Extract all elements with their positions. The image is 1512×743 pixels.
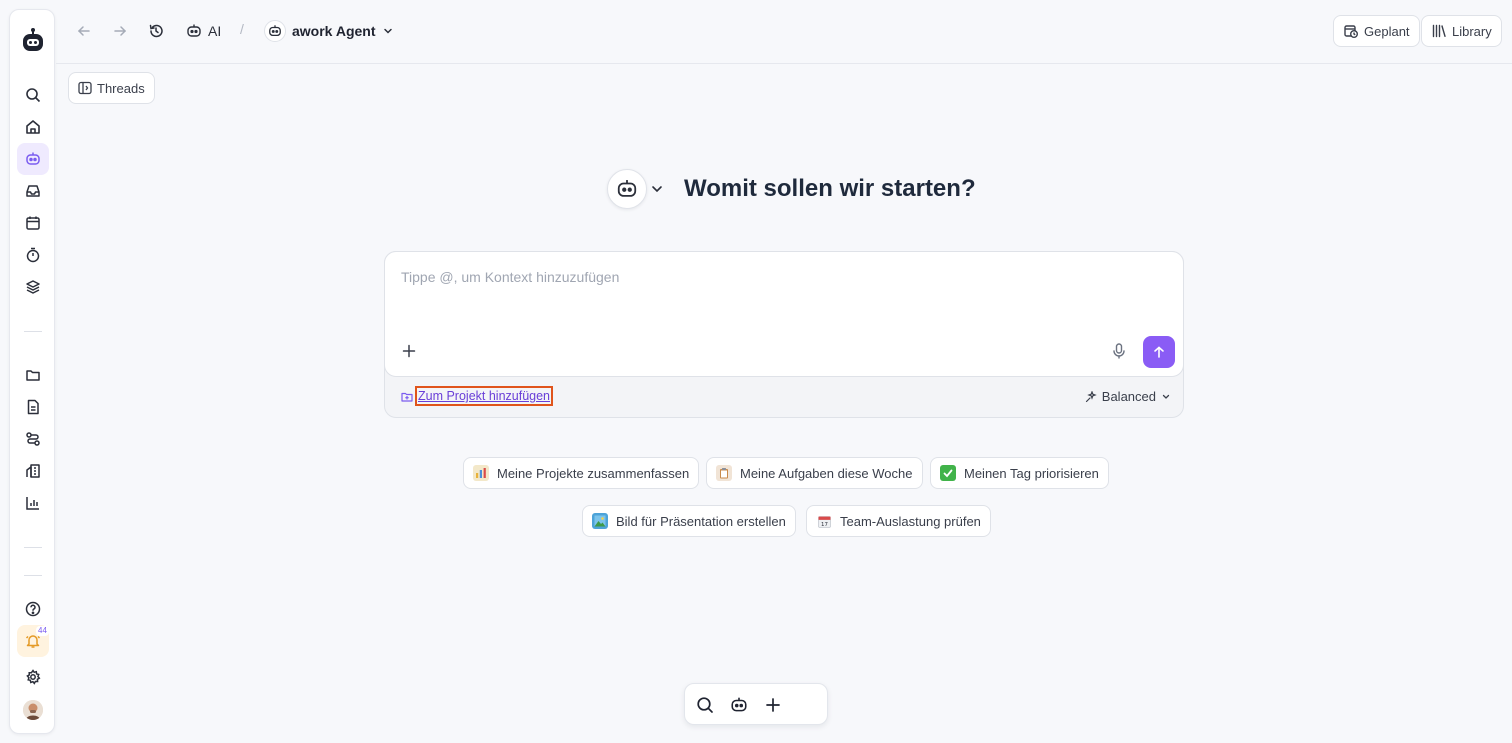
page-title: Womit sollen wir starten? <box>684 175 976 202</box>
scheduled-calendar-icon <box>1344 25 1358 38</box>
mode-label: Balanced <box>1101 389 1156 404</box>
calendar-icon[interactable] <box>17 207 49 239</box>
bar-chart-icon <box>473 465 489 481</box>
suggestion-create-image[interactable]: Bild für Präsentation erstellen <box>582 505 796 537</box>
suggestion-tasks-this-week[interactable]: Meine Aufgaben diese Woche <box>706 457 923 489</box>
threads-label: Threads <box>97 80 145 96</box>
help-icon[interactable] <box>17 593 49 625</box>
timer-icon[interactable] <box>17 239 49 271</box>
svg-text:17: 17 <box>821 522 828 528</box>
breadcrumb-separator: / <box>240 21 244 37</box>
suggestion-label: Meine Aufgaben diese Woche <box>740 465 913 481</box>
document-icon[interactable] <box>17 391 49 423</box>
suggestion-label: Meine Projekte zusammenfassen <box>497 465 690 481</box>
agent-avatar-icon <box>264 20 286 42</box>
folder-icon[interactable] <box>17 359 49 391</box>
microphone-icon[interactable] <box>1109 341 1129 361</box>
suggestion-label: Team-Auslastung prüfen <box>840 513 981 529</box>
notification-count-badge: 44 <box>36 626 49 636</box>
agent-name: awork Agent <box>292 23 376 39</box>
ai-agent-icon[interactable] <box>728 694 750 716</box>
clipboard-icon <box>716 465 732 481</box>
user-avatar[interactable] <box>23 700 43 720</box>
planned-button[interactable]: Geplant <box>1333 15 1420 47</box>
chevron-down-icon <box>1162 394 1170 399</box>
ai-agent-icon <box>617 180 637 197</box>
history-icon[interactable] <box>145 20 167 42</box>
suggestion-label: Meinen Tag priorisieren <box>964 465 1099 481</box>
picture-icon <box>592 513 608 529</box>
threads-button[interactable]: Threads <box>68 72 155 104</box>
library-icon <box>1432 24 1446 38</box>
hero-agent-avatar[interactable] <box>607 169 647 209</box>
ai-agent-icon <box>187 24 201 37</box>
calendar-icon: 17 <box>816 513 832 529</box>
suggestion-team-workload[interactable]: 17 Team-Auslastung prüfen <box>806 505 991 537</box>
sidebar-toggle-icon <box>78 81 92 95</box>
settings-gear-icon[interactable] <box>17 661 49 693</box>
building-icon[interactable] <box>17 455 49 487</box>
inbox-icon[interactable] <box>17 175 49 207</box>
search-icon[interactable] <box>17 79 49 111</box>
breadcrumb-ai-label: AI <box>208 23 222 39</box>
workflow-icon[interactable] <box>17 423 49 455</box>
check-mark-icon <box>940 465 956 481</box>
composer-input-area <box>384 251 1184 377</box>
agent-selector[interactable]: awork Agent <box>264 20 394 42</box>
divider <box>24 575 42 576</box>
library-label: Library <box>1452 23 1492 39</box>
prompt-input[interactable] <box>401 266 1167 288</box>
send-button[interactable] <box>1143 336 1175 368</box>
planned-label: Geplant <box>1364 23 1410 39</box>
floating-action-bar <box>684 683 828 725</box>
chart-icon[interactable] <box>17 487 49 519</box>
left-sidebar: 44 <box>9 9 55 734</box>
chevron-down-icon <box>383 28 392 34</box>
chevron-down-icon[interactable] <box>649 181 665 197</box>
arrow-up-icon <box>1154 346 1164 358</box>
layers-icon[interactable] <box>17 271 49 303</box>
divider <box>24 547 42 548</box>
add-to-project-link[interactable]: Zum Projekt hinzufügen <box>415 386 554 406</box>
app-logo-icon[interactable] <box>17 24 49 56</box>
forward-arrow-icon[interactable] <box>109 20 131 42</box>
add-attachment-icon[interactable] <box>399 341 419 361</box>
suggestion-prioritize-day[interactable]: Meinen Tag priorisieren <box>930 457 1109 489</box>
folder-add-icon <box>401 391 413 403</box>
breadcrumb-ai[interactable]: AI <box>186 20 221 42</box>
divider <box>24 331 42 332</box>
search-icon[interactable] <box>694 694 716 716</box>
suggestion-label: Bild für Präsentation erstellen <box>616 513 786 529</box>
library-button[interactable]: Library <box>1421 15 1502 47</box>
top-bar: AI / awork Agent Geplant Library <box>56 0 1512 64</box>
back-arrow-icon[interactable] <box>73 20 95 42</box>
add-icon[interactable] <box>762 694 784 716</box>
ai-agent-icon[interactable] <box>17 143 49 175</box>
home-icon[interactable] <box>17 111 49 143</box>
mode-selector[interactable]: Balanced <box>1085 389 1171 404</box>
chat-composer: Zum Projekt hinzufügen Balanced <box>384 251 1184 418</box>
sparkle-icon <box>1085 390 1097 402</box>
suggestion-summarize-projects[interactable]: Meine Projekte zusammenfassen <box>463 457 700 489</box>
